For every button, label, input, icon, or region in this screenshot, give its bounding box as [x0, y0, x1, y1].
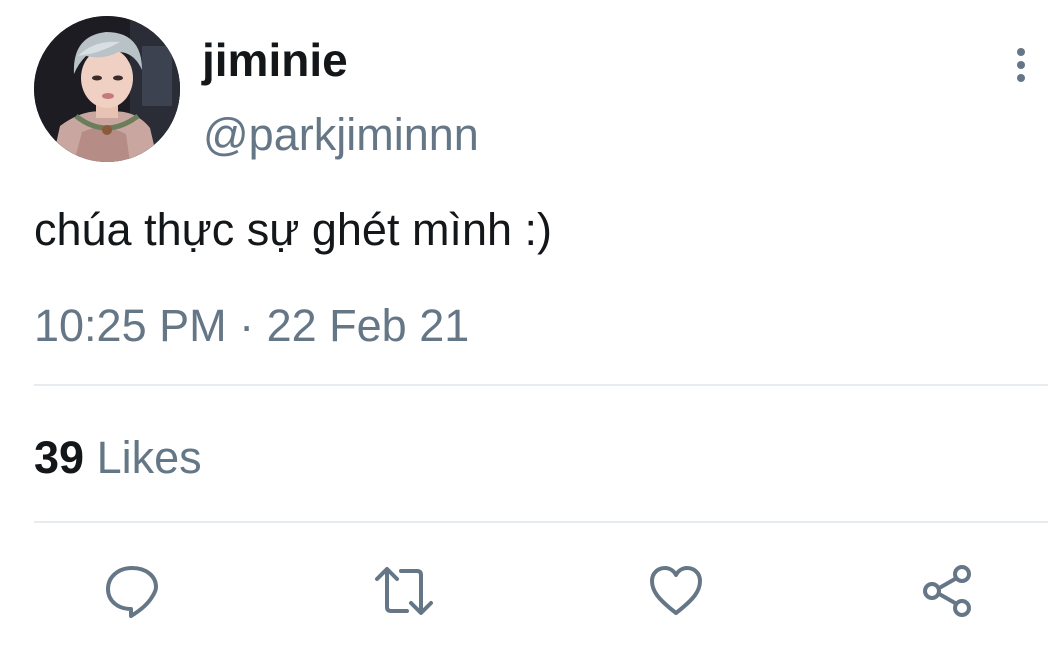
tweet-timestamp[interactable]: 10:25 PM · 22 Feb 21: [34, 298, 469, 354]
reply-icon: [106, 566, 158, 618]
more-options-button[interactable]: [1005, 44, 1037, 88]
share-icon: [923, 565, 971, 617]
divider: [34, 521, 1048, 523]
avatar-image: [34, 16, 180, 162]
likes-count: 39: [34, 432, 85, 483]
divider: [34, 384, 1048, 386]
display-name[interactable]: jiminie: [202, 34, 348, 86]
retweet-button[interactable]: [373, 563, 433, 619]
likes-stat[interactable]: 39 Likes: [34, 430, 202, 486]
reply-button[interactable]: [104, 563, 160, 619]
tweet-text: chúa thực sự ghét mình :): [34, 204, 552, 255]
share-button[interactable]: [920, 563, 976, 619]
retweet-icon: [375, 567, 433, 615]
like-button[interactable]: [648, 563, 704, 619]
likes-label: Likes: [96, 432, 202, 483]
user-handle[interactable]: @parkjiminnn: [203, 108, 479, 162]
tweet-card: jiminie @parkjiminnn chúa thực sự ghét m…: [0, 0, 1048, 659]
avatar[interactable]: [34, 16, 180, 162]
more-vertical-icon: [1017, 48, 1025, 82]
heart-icon: [650, 566, 702, 615]
